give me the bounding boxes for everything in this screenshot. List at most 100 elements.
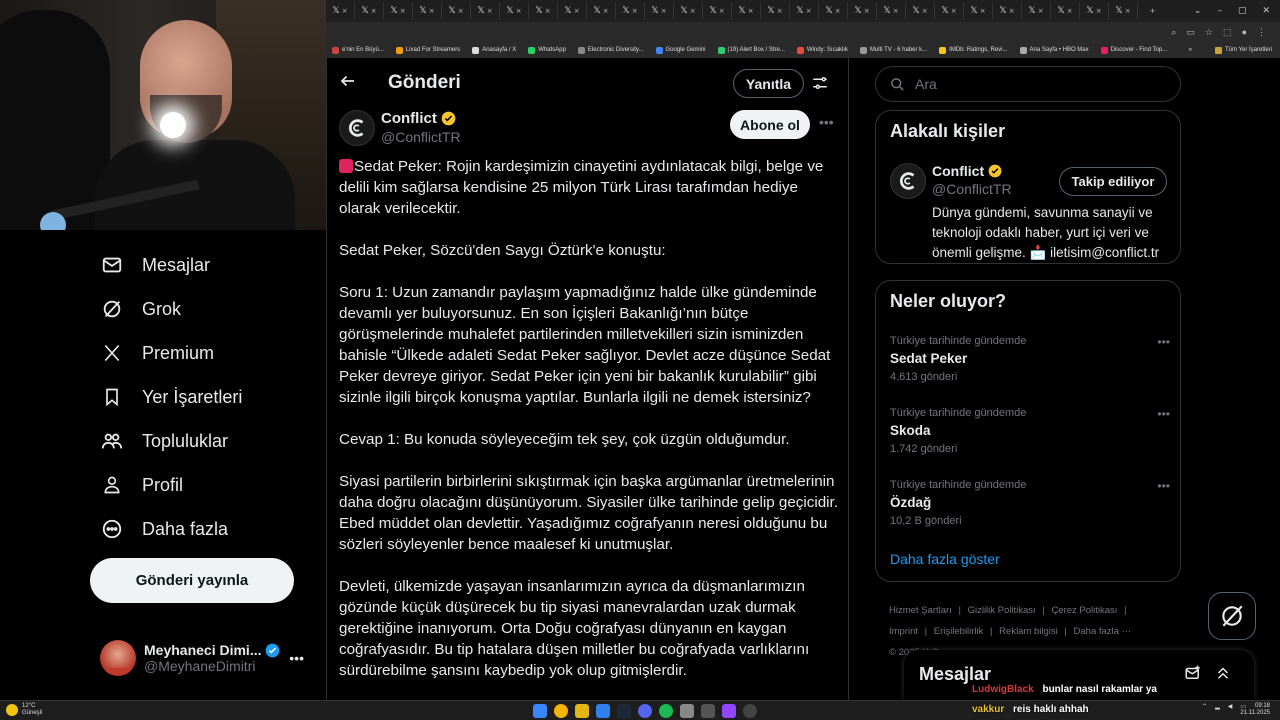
- close-tab-icon[interactable]: ×: [400, 7, 406, 15]
- browser-tab[interactable]: 𝕏 ×: [1080, 2, 1109, 20]
- nav-item-more[interactable]: Daha fazla: [100, 511, 228, 547]
- nav-item-grok[interactable]: Grok: [100, 291, 181, 327]
- close-tab-icon[interactable]: ×: [516, 7, 522, 15]
- network-icon[interactable]: ▂: [1215, 703, 1220, 710]
- browser-tab[interactable]: 𝕏 ×: [732, 2, 761, 20]
- close-tab-icon[interactable]: ×: [632, 7, 638, 15]
- extensions-icon[interactable]: ⬚: [1223, 27, 1232, 38]
- browser-tab[interactable]: 𝕏 ×: [790, 2, 819, 20]
- browser-tab[interactable]: 𝕏 ×: [1051, 2, 1080, 20]
- bookmark-star-icon[interactable]: ☆: [1205, 27, 1213, 38]
- close-tab-icon[interactable]: ×: [603, 7, 609, 15]
- chrome-icon[interactable]: [554, 704, 568, 718]
- profile-icon[interactable]: ●: [1242, 27, 1247, 37]
- spotify-icon[interactable]: [659, 704, 673, 718]
- browser-tab[interactable]: 𝕏 ×: [616, 2, 645, 20]
- nav-item-bookmarks[interactable]: Yer İşaretleri: [100, 379, 242, 415]
- account-more-icon[interactable]: •••: [289, 650, 304, 666]
- cast-icon[interactable]: ▭: [1186, 27, 1195, 38]
- browser-tab[interactable]: 𝕏 ×: [500, 2, 529, 20]
- close-tab-icon[interactable]: ×: [1009, 7, 1015, 15]
- close-tab-icon[interactable]: ×: [1096, 7, 1102, 15]
- tab-search-icon[interactable]: ⌄: [1194, 6, 1202, 16]
- browser-tab[interactable]: 𝕏 ×: [1022, 2, 1051, 20]
- footer-link[interactable]: Çerez Politikası: [1051, 605, 1117, 616]
- bookmark-item[interactable]: e'nin En Büyü...: [326, 46, 390, 54]
- browser-tab[interactable]: 𝕏 ×: [993, 2, 1022, 20]
- start-icon[interactable]: [533, 704, 547, 718]
- maximize-button[interactable]: ▢: [1238, 6, 1247, 16]
- settings-sliders-icon[interactable]: [811, 74, 829, 92]
- following-button[interactable]: Takip ediliyor: [1059, 167, 1167, 196]
- related-name[interactable]: Conflict: [932, 163, 984, 179]
- browser-tab[interactable]: 𝕏 ×: [384, 2, 413, 20]
- close-tab-icon[interactable]: ×: [980, 7, 986, 15]
- close-tab-icon[interactable]: ×: [458, 7, 464, 15]
- browser-tab[interactable]: 𝕏 ×: [906, 2, 935, 20]
- browser-tab[interactable]: 𝕏 ×: [1109, 2, 1138, 20]
- conflict-logo-icon[interactable]: [890, 163, 926, 199]
- bookmark-item[interactable]: IMDb: Ratings, Revi...: [933, 46, 1013, 54]
- tray-arrow-icon[interactable]: ⌃: [1202, 703, 1207, 710]
- author-name[interactable]: Conflict: [381, 110, 437, 127]
- bookmark-item[interactable]: Multi TV - 6 haber k...: [854, 46, 933, 54]
- browser-tab[interactable]: 𝕏 ×: [558, 2, 587, 20]
- conflict-logo-icon[interactable]: [339, 110, 375, 146]
- close-tab-icon[interactable]: ×: [748, 7, 754, 15]
- reply-button[interactable]: Yanıtla: [733, 69, 804, 98]
- browser-tab[interactable]: 𝕏 ×: [935, 2, 964, 20]
- nav-item-profile[interactable]: Profil: [100, 467, 183, 503]
- browser-tab[interactable]: 𝕏 ×: [848, 2, 877, 20]
- related-handle[interactable]: @ConflictTR: [932, 181, 1012, 197]
- footer-link[interactable]: Daha fazla ···: [1074, 626, 1132, 637]
- volume-icon[interactable]: ◀: [1228, 703, 1233, 710]
- close-tab-icon[interactable]: ×: [922, 7, 928, 15]
- close-tab-icon[interactable]: ×: [574, 7, 580, 15]
- bookmark-item[interactable]: Anasayfa / X: [466, 46, 522, 54]
- show-more-link[interactable]: Daha fazla göster: [890, 551, 1000, 567]
- browser-tab[interactable]: 𝕏 ×: [964, 2, 993, 20]
- steam-icon[interactable]: [617, 704, 631, 718]
- footer-link[interactable]: Gizlilik Politikası: [968, 605, 1036, 616]
- app-icon[interactable]: [680, 704, 694, 718]
- browser-tab[interactable]: 𝕏 ×: [442, 2, 471, 20]
- footer-link[interactable]: Erişilebilirlik: [934, 626, 984, 637]
- close-tab-icon[interactable]: ×: [1067, 7, 1073, 15]
- footer-link[interactable]: Reklam bilgisi: [999, 626, 1058, 637]
- expand-up-icon[interactable]: [1214, 664, 1232, 682]
- bookmark-item[interactable]: Lixad For Streamers: [390, 46, 466, 54]
- weather-widget[interactable]: 12°C Güneşli: [22, 703, 42, 717]
- browser-tab[interactable]: 𝕏 ×: [674, 2, 703, 20]
- trend-item[interactable]: Türkiye tarihinde gündemde Skoda 1.742 g…: [890, 407, 1170, 467]
- close-tab-icon[interactable]: ×: [1125, 7, 1131, 15]
- discord-icon[interactable]: [638, 704, 652, 718]
- browser-tab[interactable]: 𝕏 ×: [529, 2, 558, 20]
- close-window-button[interactable]: ✕: [1262, 6, 1270, 16]
- close-tab-icon[interactable]: ×: [690, 7, 696, 15]
- nav-item-messages[interactable]: Mesajlar: [100, 247, 210, 283]
- taskbar-clock[interactable]: 09:18 21.11.2025: [1240, 703, 1270, 717]
- minimize-button[interactable]: –: [1217, 6, 1222, 16]
- browser-tab[interactable]: 𝕏 ×: [645, 2, 674, 20]
- browser-menu-icon[interactable]: ⋮: [1257, 27, 1266, 38]
- trend-item[interactable]: Türkiye tarihinde gündemde Sedat Peker 4…: [890, 335, 1170, 395]
- bookmarks-more[interactable]: » Tüm Yer İşaretleri: [1189, 42, 1272, 58]
- app-icon[interactable]: [596, 704, 610, 718]
- new-message-icon[interactable]: [1184, 664, 1202, 682]
- bookmark-item[interactable]: Windy: Sıcaklık: [791, 46, 854, 54]
- close-tab-icon[interactable]: ×: [893, 7, 899, 15]
- close-tab-icon[interactable]: ×: [342, 7, 348, 15]
- browser-tab[interactable]: 𝕏 ×: [355, 2, 384, 20]
- tweet-more-icon[interactable]: •••: [819, 114, 834, 130]
- new-tab-button[interactable]: +: [1138, 2, 1167, 20]
- file-explorer-icon[interactable]: [575, 704, 589, 718]
- close-tab-icon[interactable]: ×: [371, 7, 377, 15]
- close-tab-icon[interactable]: ×: [835, 7, 841, 15]
- footer-link[interactable]: Hizmet Şartları: [889, 605, 952, 616]
- trend-more-icon[interactable]: •••: [1157, 407, 1170, 421]
- close-tab-icon[interactable]: ×: [864, 7, 870, 15]
- browser-tab[interactable]: 𝕏 ×: [471, 2, 500, 20]
- bookmark-item[interactable]: Discover - Find Top...: [1095, 46, 1174, 54]
- close-tab-icon[interactable]: ×: [1038, 7, 1044, 15]
- close-tab-icon[interactable]: ×: [719, 7, 725, 15]
